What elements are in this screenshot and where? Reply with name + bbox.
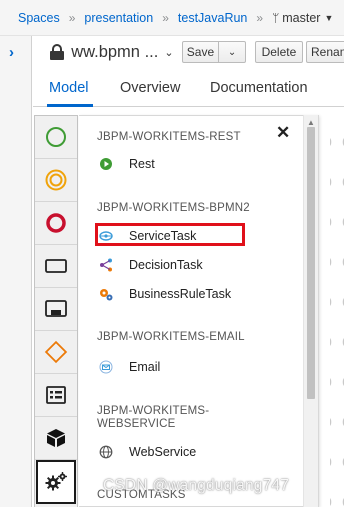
flyout-item-email[interactable]: Email xyxy=(97,357,160,377)
start-event-icon xyxy=(46,127,66,147)
flyout-item-decisiontask[interactable]: DecisionTask xyxy=(97,255,203,275)
tab-model[interactable]: Model xyxy=(49,80,89,96)
chevron-down-icon[interactable]: ⌄ xyxy=(164,46,173,59)
canvas-grid xyxy=(330,108,344,507)
breadcrumb: Spaces » presentation » testJavaRun » ᛘ … xyxy=(0,0,344,36)
flyout-item-label: BusinessRuleTask xyxy=(129,287,232,301)
active-tab-indicator xyxy=(47,104,93,107)
breadcrumb-project[interactable]: testJavaRun xyxy=(178,11,247,25)
flyout-item-webservice[interactable]: WebService xyxy=(97,442,196,462)
group-title: JBPM-WORKITEMS-BPMN2 xyxy=(97,202,250,214)
branch-selector[interactable]: master xyxy=(282,11,320,25)
flyout-item-label: Email xyxy=(129,360,161,374)
breadcrumb-separator-icon: » xyxy=(68,10,76,25)
scroll-thumb[interactable] xyxy=(307,127,315,399)
palette-artifacts[interactable] xyxy=(35,417,77,460)
palette-start-event[interactable] xyxy=(35,116,77,159)
branch-icon: ᛘ xyxy=(272,10,280,25)
annotation-highlight-box xyxy=(95,223,245,246)
palette-data-object[interactable] xyxy=(35,374,77,417)
breadcrumb-separator-icon: » xyxy=(256,10,264,25)
palette-custom-tasks[interactable] xyxy=(36,460,76,504)
file-title[interactable]: ww.bpmn ... xyxy=(71,43,158,62)
tab-overview[interactable]: Overview xyxy=(120,80,180,96)
group-title: JBPM-WORKITEMS-REST xyxy=(97,131,241,143)
breadcrumb-presentation[interactable]: presentation xyxy=(84,11,153,25)
flyout-item-label: WebService xyxy=(129,445,197,459)
breadcrumb-separator-icon: » xyxy=(162,10,169,25)
email-icon xyxy=(99,360,113,374)
close-icon[interactable]: ✕ xyxy=(276,123,290,143)
palette-end-event[interactable] xyxy=(35,202,77,245)
cube-icon xyxy=(47,429,65,447)
save-button[interactable]: Save xyxy=(181,41,220,63)
group-title: JBPM-WORKITEMS-EMAIL xyxy=(97,331,245,343)
subprocess-icon xyxy=(45,300,67,317)
rest-icon xyxy=(99,157,113,171)
save-dropdown-button[interactable]: ⌄ xyxy=(219,41,246,63)
group-title: JBPM-WORKITEMS- WEBSERVICE xyxy=(97,405,210,430)
globe-icon xyxy=(99,445,113,459)
shape-palette xyxy=(34,115,78,507)
palette-gateway[interactable] xyxy=(35,331,77,374)
palette-subprocess[interactable] xyxy=(35,288,77,331)
end-event-icon xyxy=(46,213,66,233)
palette-intermediate-event[interactable] xyxy=(35,159,77,202)
left-rail: › xyxy=(0,36,32,507)
flyout-item-label: Rest xyxy=(129,157,155,171)
delete-button[interactable]: Delete xyxy=(254,41,304,63)
intermediate-event-icon xyxy=(45,169,67,191)
scroll-up-icon[interactable]: ▲ xyxy=(307,118,315,127)
breadcrumb-spaces[interactable]: Spaces xyxy=(18,11,60,25)
lock-icon xyxy=(50,44,64,60)
custom-tasks-flyout: ✕ JBPM-WORKITEMS-REST Rest JBPM-WORKITEM… xyxy=(79,115,319,507)
gears-icon xyxy=(45,472,67,491)
expand-chevron-icon[interactable]: › xyxy=(9,44,14,61)
task-icon xyxy=(45,259,67,273)
rename-button[interactable]: Rename xyxy=(306,41,344,63)
palette-task[interactable] xyxy=(35,245,77,288)
business-rule-icon xyxy=(99,287,113,301)
tab-documentation[interactable]: Documentation xyxy=(210,80,308,96)
flyout-item-rest[interactable]: Rest xyxy=(97,154,155,174)
decision-task-icon xyxy=(99,258,113,272)
editor-header: ww.bpmn ... ⌄ Save ⌄ Delete Rename xyxy=(33,36,344,68)
flyout-item-label: DecisionTask xyxy=(129,258,203,272)
flyout-scrollbar[interactable]: ▲ xyxy=(303,115,318,507)
flyout-item-businessruletask[interactable]: BusinessRuleTask xyxy=(97,284,231,304)
list-box-icon xyxy=(46,386,66,404)
gateway-icon xyxy=(44,340,68,364)
chevron-down-icon[interactable]: ▼ xyxy=(324,13,333,23)
watermark: CSDN @wangduqiang747 xyxy=(103,477,290,494)
editor-tabs: Model Overview Documentation xyxy=(33,68,344,107)
